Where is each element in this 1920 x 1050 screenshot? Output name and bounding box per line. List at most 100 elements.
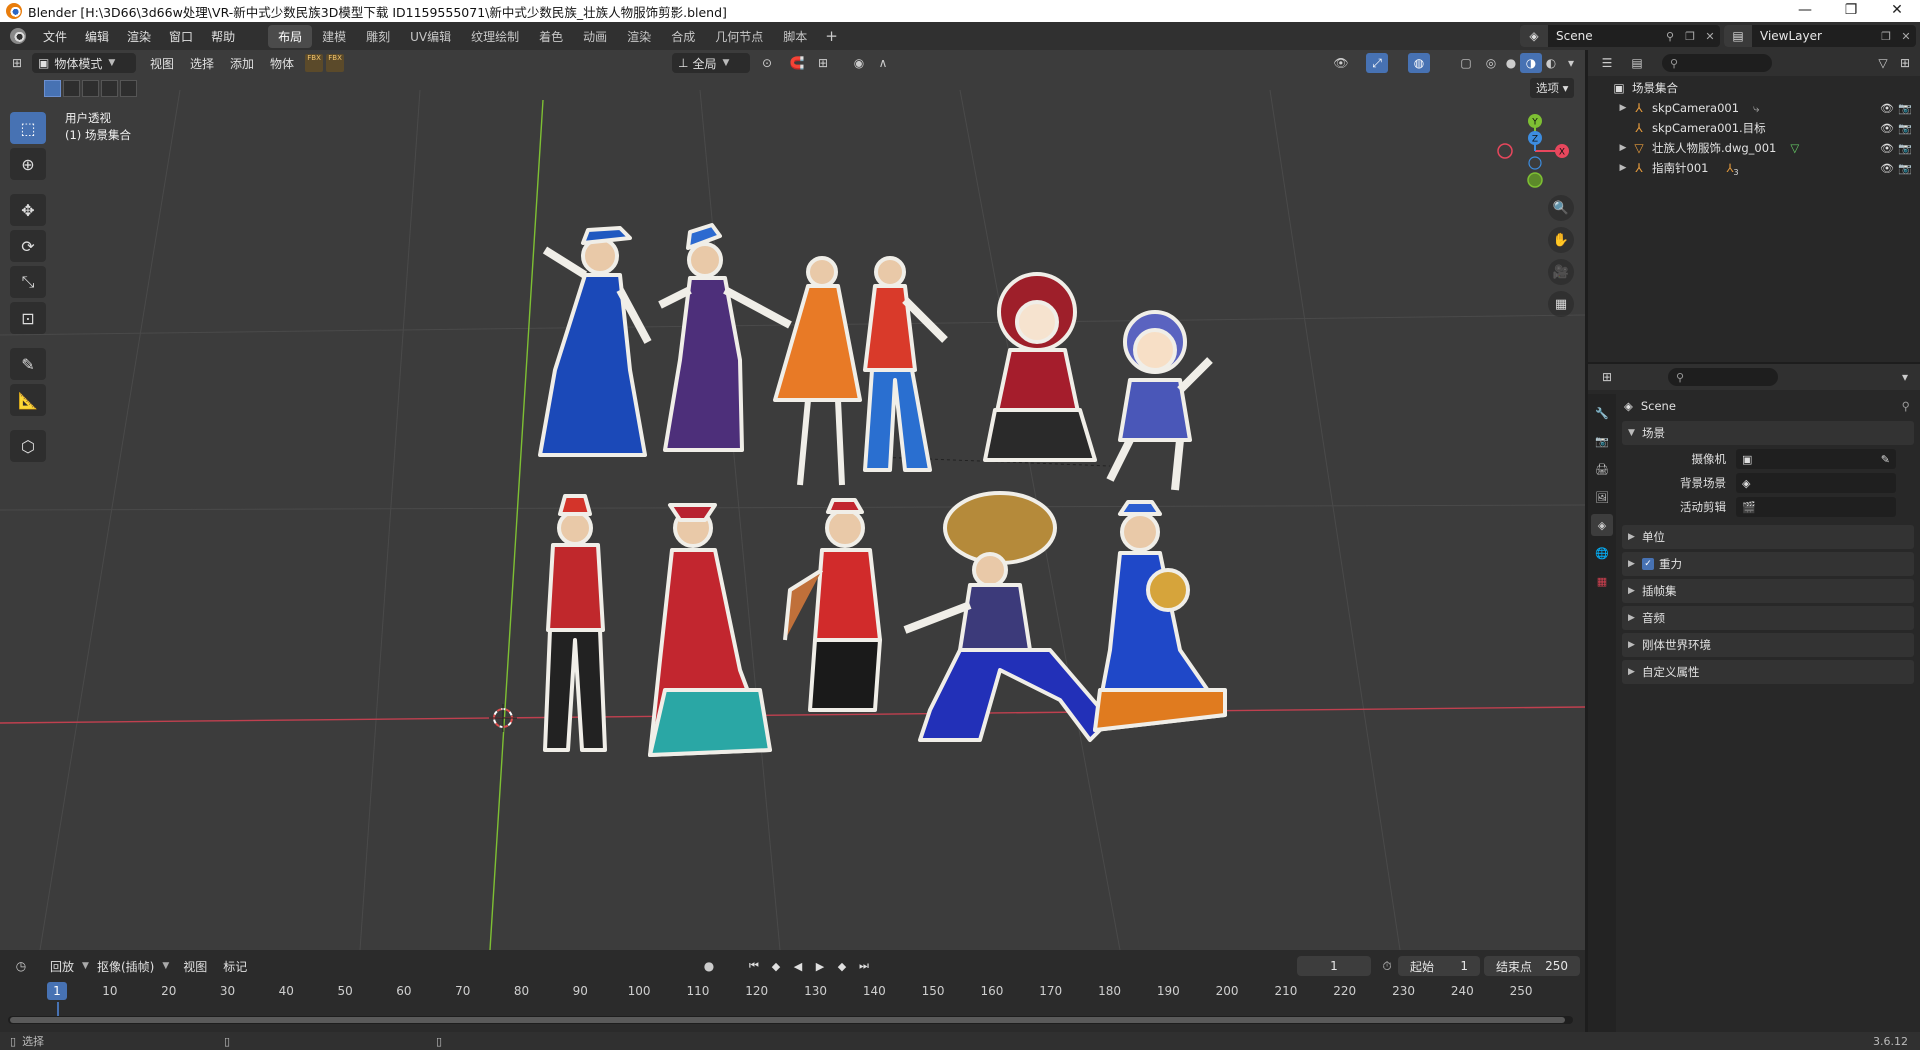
timeline-editor-icon[interactable]: ◷ bbox=[10, 956, 32, 976]
panel-units[interactable]: ▶ 单位 bbox=[1622, 525, 1914, 549]
menu-marker[interactable]: 标记 bbox=[215, 958, 255, 975]
tab-sculpting[interactable]: 雕刻 bbox=[356, 25, 400, 48]
menu-timeline-view[interactable]: 视图 bbox=[175, 958, 215, 975]
overlay-toggle-icon[interactable]: ◍ bbox=[1408, 53, 1430, 73]
panel-scene[interactable]: ▼ 场景 bbox=[1622, 421, 1914, 445]
proportional-edit-icon[interactable]: ◉ bbox=[848, 53, 870, 73]
play-icon[interactable]: ▶ bbox=[810, 956, 830, 976]
display-mode-icon[interactable]: ▤ bbox=[1626, 53, 1648, 73]
menu-playback[interactable]: 回放 bbox=[42, 958, 82, 975]
select-subtract-icon[interactable] bbox=[82, 80, 99, 97]
tool-tab-icon[interactable]: 🔧 bbox=[1591, 402, 1613, 424]
panel-audio[interactable]: ▶ 音频 bbox=[1622, 606, 1914, 630]
visibility-eye-icon[interactable]: 👁 bbox=[1880, 122, 1894, 135]
fbx-export-icon[interactable]: FBX bbox=[326, 54, 345, 72]
pivot-icon[interactable]: ⊙ bbox=[756, 53, 778, 73]
panel-rigid-body-world[interactable]: ▶ 刚体世界环境 bbox=[1622, 633, 1914, 657]
remove-layer-icon[interactable]: ✕ bbox=[1896, 30, 1916, 43]
render-camera-icon[interactable]: 📷 bbox=[1898, 162, 1912, 175]
outliner-search-input[interactable]: ⚲ bbox=[1662, 54, 1772, 72]
gravity-checkbox[interactable]: ✓ bbox=[1642, 558, 1654, 570]
select-intersect-icon[interactable] bbox=[120, 80, 137, 97]
tab-rendering[interactable]: 渲染 bbox=[617, 25, 661, 48]
tab-scripting[interactable]: 脚本 bbox=[773, 25, 817, 48]
snap-icon[interactable]: 🧲 bbox=[786, 53, 808, 73]
texture-tab-icon[interactable]: ▦ bbox=[1591, 570, 1613, 592]
add-cube-tool-icon[interactable]: ⬡ bbox=[10, 430, 46, 462]
select-extend-icon[interactable] bbox=[63, 80, 80, 97]
eyedropper-icon[interactable]: ✎ bbox=[1881, 453, 1890, 466]
rendered-shading-icon[interactable]: ◐ bbox=[1540, 53, 1562, 73]
select-new-icon[interactable] bbox=[44, 80, 61, 97]
menu-view[interactable]: 视图 bbox=[142, 55, 182, 72]
view-layer-selector[interactable]: ▤ ViewLayer ❐ ✕ bbox=[1724, 25, 1916, 47]
playhead[interactable]: 1 bbox=[47, 982, 67, 1000]
outliner-editor-icon[interactable]: ☰ bbox=[1596, 53, 1618, 73]
material-shading-icon[interactable]: ◑ bbox=[1520, 53, 1542, 73]
menu-window[interactable]: 窗口 bbox=[160, 28, 202, 45]
filter-icon[interactable]: ▽ bbox=[1872, 53, 1894, 73]
tab-modeling[interactable]: 建模 bbox=[312, 25, 356, 48]
view-layer-tab-icon[interactable]: 🖼 bbox=[1591, 486, 1613, 508]
duplicate-layer-icon[interactable]: ❐ bbox=[1876, 30, 1896, 43]
remove-icon[interactable]: ✕ bbox=[1700, 30, 1720, 43]
close-button[interactable]: ✕ bbox=[1874, 0, 1920, 22]
3d-viewport[interactable]: ⊞ ▣ 物体模式 ▼ 视图 选择 添加 物体 FBX FBX ⊥ 全局 ▼ ⊙ … bbox=[0, 50, 1585, 950]
duplicate-icon[interactable]: ❐ bbox=[1680, 30, 1700, 43]
render-camera-icon[interactable]: 📷 bbox=[1898, 122, 1912, 135]
scale-tool-icon[interactable]: ⤡ bbox=[10, 266, 46, 298]
transform-orientation-dropdown[interactable]: ⊥ 全局 ▼ bbox=[672, 53, 750, 73]
scene-selector[interactable]: ◈ Scene ⚲ ❐ ✕ bbox=[1520, 25, 1720, 47]
expand-arrow-icon[interactable]: ▶ bbox=[1616, 143, 1630, 153]
solid-shading-icon[interactable]: ● bbox=[1500, 53, 1522, 73]
visibility-eye-icon[interactable]: 👁 bbox=[1880, 162, 1894, 175]
tab-shading[interactable]: 着色 bbox=[529, 25, 573, 48]
shading-options-icon[interactable]: ▾ bbox=[1560, 53, 1582, 73]
panel-gravity[interactable]: ▶ ✓ 重力 bbox=[1622, 552, 1914, 576]
ortho-grid-icon[interactable]: ▦ bbox=[1548, 291, 1574, 317]
view-layer-name[interactable]: ViewLayer bbox=[1752, 29, 1876, 43]
pan-hand-icon[interactable]: ✋ bbox=[1548, 227, 1574, 253]
render-camera-icon[interactable]: 📷 bbox=[1898, 142, 1912, 155]
menu-help[interactable]: 帮助 bbox=[202, 28, 244, 45]
preview-range-icon[interactable]: ⏱ bbox=[1376, 956, 1398, 976]
end-frame-field[interactable]: 结束点 250 bbox=[1484, 956, 1580, 976]
properties-editor-icon[interactable]: ⊞ bbox=[1596, 367, 1618, 387]
falloff-icon[interactable]: ∧ bbox=[872, 53, 894, 73]
new-collection-icon[interactable]: ⊞ bbox=[1894, 53, 1916, 73]
start-frame-field[interactable]: 起始 1 bbox=[1398, 956, 1480, 976]
panel-keying-sets[interactable]: ▶ 插帧集 bbox=[1622, 579, 1914, 603]
zoom-icon[interactable]: 🔍 bbox=[1548, 195, 1574, 221]
timeline-scrollbar[interactable] bbox=[8, 1016, 1573, 1024]
scrollbar-thumb[interactable] bbox=[10, 1017, 1565, 1023]
jump-end-icon[interactable]: ⏭ bbox=[854, 956, 874, 976]
menu-object[interactable]: 物体 bbox=[262, 55, 302, 72]
timeline-editor[interactable]: ◷ 回放 ▼ 抠像(插帧) ▼ 视图 标记 ● ⏮ ◆ ◀ ▶ ◆ ⏭ 1 ⏱ … bbox=[0, 950, 1585, 1032]
outliner-root[interactable]: ▣ 场景集合 bbox=[1588, 78, 1920, 98]
menu-edit[interactable]: 编辑 bbox=[76, 28, 118, 45]
active-clip-field[interactable]: 🎬 bbox=[1736, 497, 1896, 517]
render-tab-icon[interactable]: 📷 bbox=[1591, 430, 1613, 452]
menu-file[interactable]: 文件 bbox=[34, 28, 76, 45]
wireframe-shading-icon[interactable]: ◎ bbox=[1480, 53, 1502, 73]
camera-view-icon[interactable]: 🎥 bbox=[1548, 259, 1574, 285]
play-reverse-icon[interactable]: ◀ bbox=[788, 956, 808, 976]
properties-search-input[interactable]: ⚲ bbox=[1668, 368, 1778, 386]
next-keyframe-icon[interactable]: ◆ bbox=[832, 956, 852, 976]
outliner-item-compass[interactable]: ▶ ⅄ 指南针001 ⅄ 3 👁 📷 bbox=[1588, 158, 1920, 178]
menu-add[interactable]: 添加 bbox=[222, 55, 262, 72]
menu-keying[interactable]: 抠像(插帧) bbox=[89, 958, 162, 975]
menu-select[interactable]: 选择 bbox=[182, 55, 222, 72]
gizmo-toggle-icon[interactable]: ⤢ bbox=[1366, 53, 1388, 73]
outliner-item-mesh[interactable]: ▶ ▽ 壮族人物服饰.dwg_001 ▽ 👁 📷 bbox=[1588, 138, 1920, 158]
annotate-tool-icon[interactable]: ✎ bbox=[10, 348, 46, 380]
outliner-item-camera-target[interactable]: ⅄ skpCamera001.目标 👁 📷 bbox=[1588, 118, 1920, 138]
render-camera-icon[interactable]: 📷 bbox=[1898, 102, 1912, 115]
snap-target-icon[interactable]: ⊞ bbox=[812, 53, 834, 73]
fbx-import-icon[interactable]: FBX bbox=[305, 54, 324, 72]
cursor-tool-icon[interactable]: ⊕ bbox=[10, 148, 46, 180]
camera-field[interactable]: ▣ ✎ bbox=[1736, 449, 1896, 469]
blender-menu-icon[interactable] bbox=[10, 28, 26, 44]
options-dropdown[interactable]: 选项 ▾ bbox=[1530, 78, 1575, 98]
tab-uv-editing[interactable]: UV编辑 bbox=[400, 25, 461, 48]
